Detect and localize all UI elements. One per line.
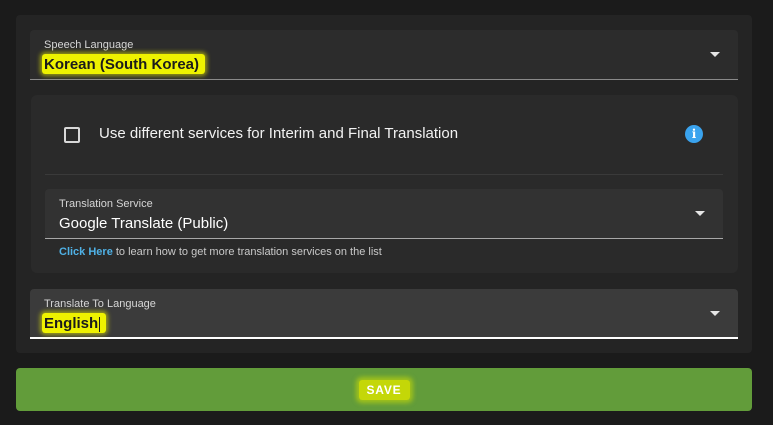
- click-here-link[interactable]: Click Here: [59, 246, 113, 258]
- divider: [45, 174, 723, 175]
- translate-to-language-value[interactable]: English: [42, 313, 107, 333]
- chevron-down-icon[interactable]: [710, 52, 720, 57]
- help-text: Click Here to learn how to get more tran…: [59, 246, 382, 258]
- chevron-down-icon[interactable]: [710, 311, 720, 316]
- speech-language-label: Speech Language: [44, 39, 134, 51]
- speech-language-select[interactable]: Speech Language Korean (South Korea): [30, 30, 738, 80]
- different-services-label[interactable]: Use different services for Interim and F…: [99, 125, 458, 142]
- different-services-checkbox[interactable]: [64, 127, 80, 143]
- save-button-label: SAVE: [358, 380, 410, 400]
- translate-to-language-select[interactable]: Translate To Language English: [30, 289, 738, 339]
- text-cursor: [99, 316, 101, 332]
- save-button[interactable]: SAVE: [16, 368, 752, 411]
- translation-service-card: Use different services for Interim and F…: [31, 95, 738, 273]
- translation-service-select[interactable]: Translation Service Google Translate (Pu…: [45, 189, 723, 239]
- chevron-down-icon[interactable]: [695, 211, 705, 216]
- translation-service-label: Translation Service: [59, 198, 153, 210]
- settings-page: Speech Language Korean (South Korea) Use…: [0, 0, 773, 425]
- speech-language-value: Korean (South Korea): [42, 54, 206, 74]
- help-text-body: to learn how to get more translation ser…: [112, 246, 382, 258]
- translate-to-language-label: Translate To Language: [44, 298, 156, 310]
- translation-service-value: Google Translate (Public): [59, 215, 229, 232]
- info-icon[interactable]: i: [685, 125, 703, 143]
